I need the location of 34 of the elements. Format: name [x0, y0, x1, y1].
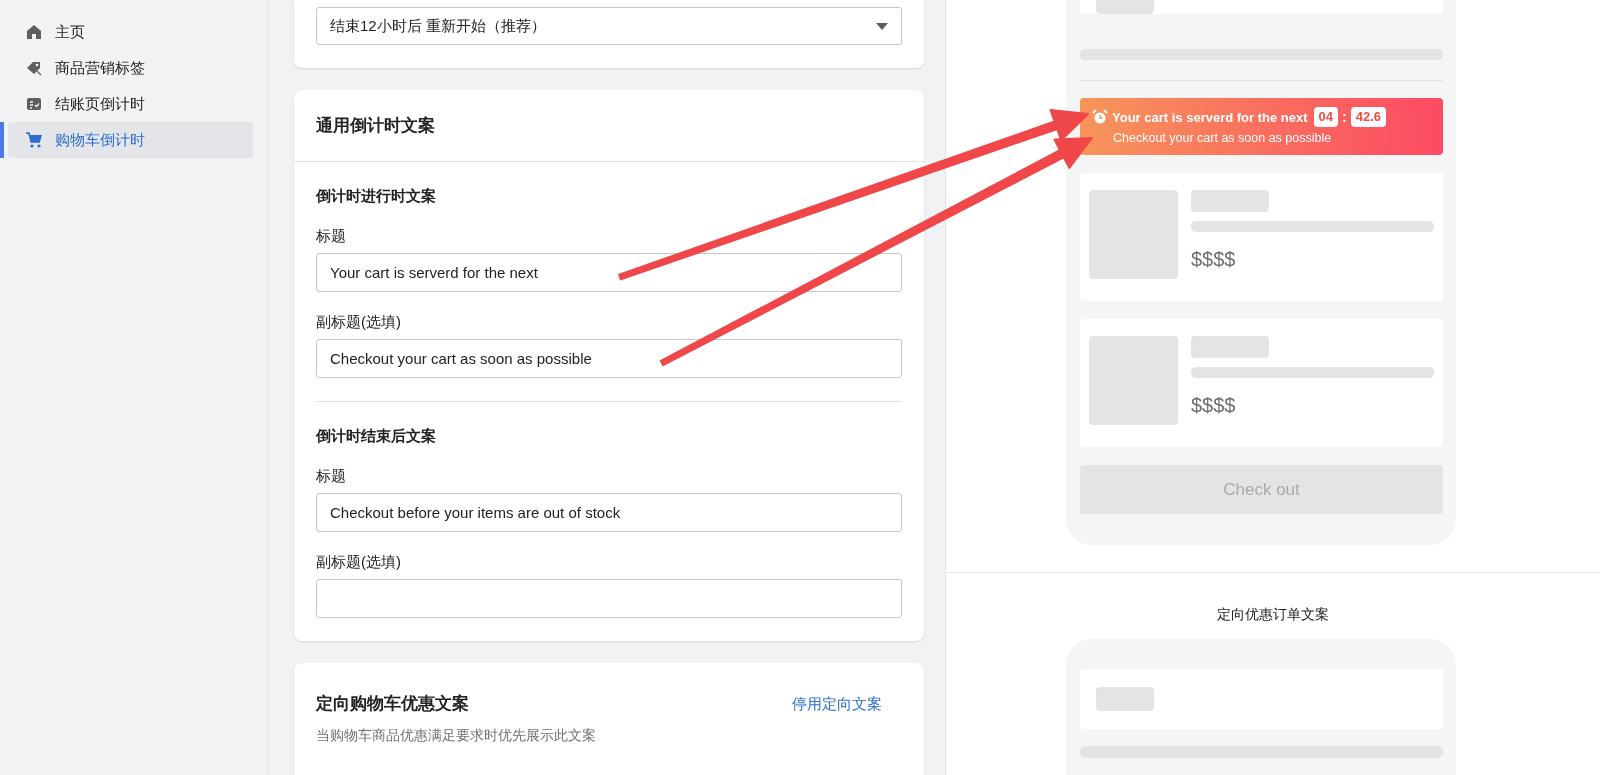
card-description: 当购物车商品优惠满足要求时优先展示此文案 [316, 726, 597, 745]
skeleton-bar [1096, 0, 1154, 14]
disable-link[interactable]: 停用定向文案 [792, 693, 882, 715]
input-field[interactable]: Checkout before your items are out of stock [316, 493, 902, 532]
card-title: 定向购物车优惠文案 [316, 693, 469, 715]
input-field[interactable]: Your cart is serverd for the next [316, 253, 902, 292]
product-price: $$$$ [1191, 248, 1237, 271]
alarm-clock-icon [1092, 109, 1108, 125]
product-price: $$$$ [1191, 394, 1237, 417]
field-label: 副标题(选填) [316, 312, 402, 332]
timer-seconds: 42.6 [1350, 107, 1386, 127]
section-heading: 倒计时进行时文案 [316, 186, 437, 206]
input-field[interactable] [316, 579, 902, 618]
timer-minutes: 04 [1313, 107, 1338, 127]
input-field[interactable]: Checkout your cart as soon as possible [316, 339, 902, 378]
timer-colon: : [1342, 109, 1347, 125]
caret-icon [876, 22, 888, 30]
skeleton-bar [1096, 687, 1154, 711]
field-label: 标题 [316, 226, 347, 246]
restart-select[interactable]: 结束12小时后 重新开始（推荐） [316, 7, 902, 45]
tag-icon [26, 60, 42, 76]
field-label: 标题 [316, 466, 347, 486]
checklist-icon [26, 96, 42, 112]
banner-title: Your cart is serverd for the next [1112, 109, 1308, 125]
sidebar-item[interactable]: 商品营销标签 [8, 50, 253, 86]
home-icon [26, 24, 42, 40]
sidebar-item[interactable]: 主页 [8, 14, 253, 50]
section-heading: 倒计时结束后文案 [316, 426, 437, 446]
sidebar-item[interactable]: 结账页倒计时 [8, 86, 253, 122]
field-label: 副标题(选填) [316, 552, 402, 572]
preview-title: 定向优惠订单文案 [1217, 605, 1329, 624]
cart-icon [26, 132, 42, 148]
banner-subtitle: Checkout your cart as soon as possible [1113, 131, 1333, 145]
card-title: 通用倒计时文案 [316, 115, 435, 137]
